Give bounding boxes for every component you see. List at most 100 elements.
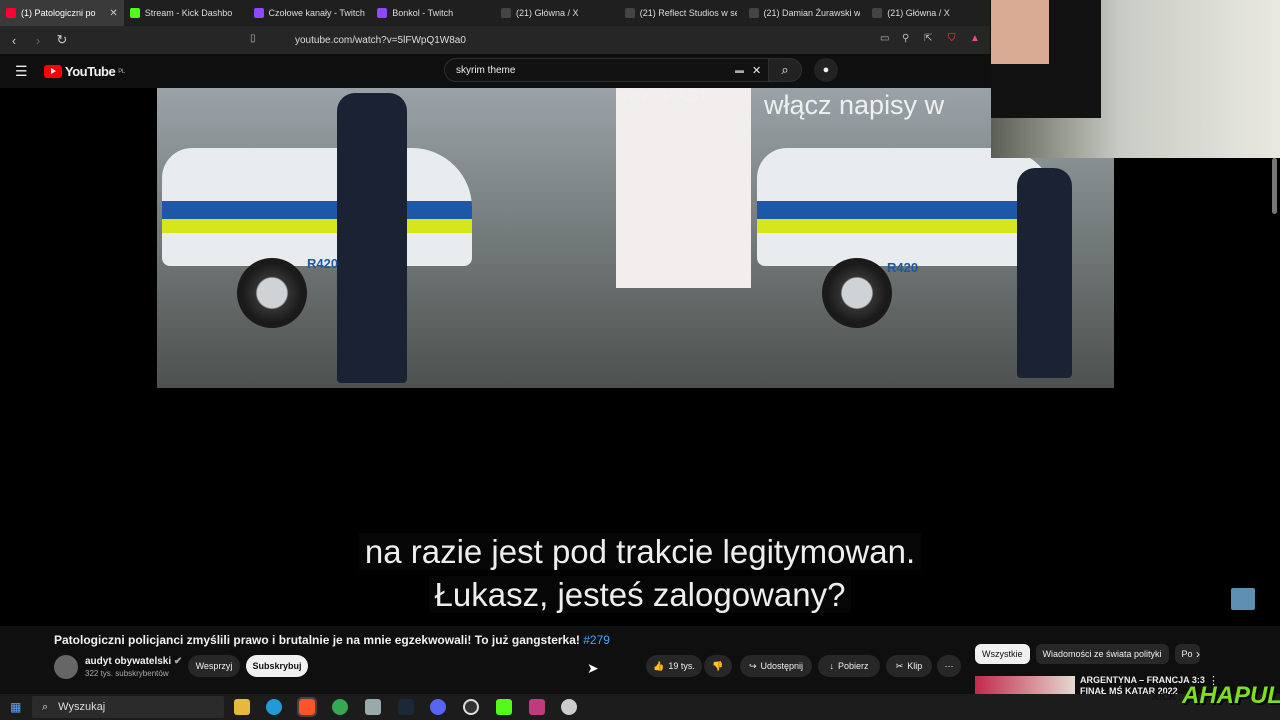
- clear-search-icon[interactable]: ✕: [752, 64, 761, 77]
- search-icon: ⌕: [42, 700, 49, 713]
- page-scrollbar[interactable]: [1272, 158, 1277, 214]
- tab-favicon-icon: [748, 8, 759, 18]
- steam-icon[interactable]: [398, 699, 414, 715]
- recommendation-chips: Wszystkie Wiadomości ze świata polityki Po: [975, 644, 1200, 664]
- police-officer: [1017, 168, 1072, 378]
- clip-button[interactable]: ✂ Klip: [886, 655, 932, 677]
- tab-title: Bonkol - Twitch: [392, 8, 454, 18]
- like-count: 19 tys.: [668, 661, 695, 671]
- chrome-icon[interactable]: [332, 699, 348, 715]
- browser-tab[interactable]: Bonkol - Twitch: [371, 0, 495, 26]
- filter-chip[interactable]: Wszystkie: [975, 644, 1030, 664]
- reload-icon[interactable]: ↻: [52, 32, 72, 48]
- car-label: R420: [307, 256, 339, 271]
- share-button[interactable]: ↪ Udostępnij: [740, 655, 812, 677]
- verified-icon: ✔: [173, 656, 183, 667]
- microphone-icon: ●: [822, 64, 830, 76]
- browser-tab[interactable]: Stream - Kick Dashbo: [124, 0, 248, 26]
- edge-icon[interactable]: [266, 699, 282, 715]
- tab-title: (21) Damian Żurawski w s: [763, 8, 861, 18]
- channel-watermark-icon[interactable]: [1231, 588, 1255, 610]
- browser-tab[interactable]: (21) Damian Żurawski w s: [743, 0, 867, 26]
- police-car-right: [757, 148, 1057, 266]
- browser-tab[interactable]: (21) Główna / X: [495, 0, 619, 26]
- url-text: youtube.com/watch?v=5lFWpQ1W8a0: [295, 34, 466, 46]
- search-query: skyrim theme: [456, 64, 516, 76]
- obs-icon[interactable]: [463, 699, 479, 715]
- rewards-icon[interactable]: ▲: [970, 33, 980, 44]
- subscribe-button[interactable]: Subskrybuj: [246, 655, 308, 677]
- car-label: R420: [887, 260, 919, 275]
- filter-chip[interactable]: Wiadomości ze świata polityki: [1035, 644, 1169, 664]
- search-input[interactable]: skyrim theme ▬ ✕: [444, 58, 770, 82]
- channel-avatar[interactable]: [54, 655, 78, 679]
- subscriber-count: 322 tys. subskrybentów: [85, 669, 169, 678]
- clip-label: Klip: [907, 661, 923, 671]
- download-button[interactable]: ↓ Pobierz: [818, 655, 880, 677]
- browser-tab[interactable]: Czołowe kanały - Twitch: [248, 0, 372, 26]
- channel-name-text: audyt obywatelski: [85, 656, 172, 667]
- taskbar-search-placeholder: Wyszukaj: [58, 701, 106, 713]
- voice-search-button[interactable]: ●: [814, 58, 838, 82]
- tab-title: (21) Reflect Studios w serw: [639, 8, 737, 18]
- brave-shield-icon[interactable]: ⛉: [948, 33, 956, 44]
- tab-close-icon[interactable]: ✕: [109, 8, 117, 19]
- taskbar-search-input[interactable]: ⌕ Wyszukaj: [32, 696, 224, 718]
- channel-name[interactable]: audyt obywatelski ✔: [85, 656, 182, 667]
- car-wheel: [822, 258, 892, 328]
- keyboard-icon[interactable]: ▬: [735, 65, 744, 75]
- cast-icon[interactable]: ▭: [880, 33, 889, 44]
- search-button[interactable]: ⌕: [768, 58, 802, 82]
- support-label: Wesprzyj: [195, 661, 233, 671]
- browser-tab[interactable]: (21) Główna / X: [866, 0, 990, 26]
- dislike-button[interactable]: 👎: [704, 655, 732, 677]
- like-button[interactable]: 👍 19 tys.: [646, 655, 702, 677]
- more-icon: ⋯: [944, 660, 954, 671]
- caption-line-2: Łukasz, jesteś zalogowany?: [428, 576, 852, 613]
- download-label: Pobierz: [837, 661, 869, 671]
- zoom-icon[interactable]: ⚲: [902, 33, 909, 44]
- tab-favicon-icon: [872, 8, 883, 18]
- kick-label: KICK: [1152, 692, 1177, 703]
- tab-favicon-icon: [6, 8, 16, 18]
- more-actions-button[interactable]: ⋯: [937, 655, 961, 677]
- app-icon[interactable]: [529, 699, 545, 715]
- support-button[interactable]: Wesprzyj: [188, 655, 240, 677]
- tab-favicon-icon: [253, 8, 264, 18]
- tab-favicon-icon: [129, 8, 140, 18]
- mouse-cursor-icon: ➤: [587, 660, 599, 676]
- video-hashtag[interactable]: #279: [583, 633, 610, 647]
- share-label: Udostępnij: [760, 661, 804, 671]
- tab-title: (21) Główna / X: [887, 8, 950, 18]
- youtube-logo[interactable]: YouTube PL: [44, 64, 125, 79]
- tab-strip: (1) Patologiczni po ✕ Stream - Kick Dashbo…: [0, 0, 990, 26]
- share-page-icon[interactable]: ⇱: [924, 33, 932, 44]
- kick-app-icon[interactable]: [496, 699, 512, 715]
- tab-title: Stream - Kick Dashbo: [144, 8, 233, 18]
- share-icon: ↪: [748, 660, 757, 671]
- app-icon[interactable]: [365, 699, 381, 715]
- forward-icon[interactable]: ›: [28, 33, 48, 48]
- region-label: PL: [118, 68, 125, 75]
- download-icon: ↓: [829, 661, 834, 671]
- back-icon[interactable]: ‹: [4, 33, 24, 48]
- windows-start-icon[interactable]: ▦: [10, 700, 21, 714]
- discord-icon[interactable]: [430, 699, 446, 715]
- video-title: Patologiczni policjanci zmyślili prawo i…: [54, 633, 610, 647]
- file-explorer-icon[interactable]: [234, 699, 250, 715]
- youtube-play-icon: [44, 65, 62, 78]
- brave-icon[interactable]: [297, 697, 317, 717]
- banner-sign: [616, 88, 751, 288]
- tab-title: (21) Główna / X: [516, 8, 579, 18]
- caption-line-1: na razie jest pod trakcie legitymowan.: [358, 533, 922, 570]
- menu-icon[interactable]: ☰: [15, 63, 28, 80]
- app-icon[interactable]: [561, 699, 577, 715]
- browser-tab[interactable]: (1) Patologiczni po ✕: [0, 0, 124, 26]
- recommended-thumbnail[interactable]: [975, 676, 1075, 696]
- thumbs-up-icon: 👍: [653, 660, 665, 671]
- streamer-head: [991, 0, 1049, 64]
- bookmark-icon[interactable]: ▯: [250, 33, 256, 44]
- browser-tab[interactable]: (21) Reflect Studios w serw: [619, 0, 743, 26]
- stream-watermark: AHAPULCO: [1182, 682, 1280, 709]
- chips-next-icon[interactable]: ›: [1196, 647, 1200, 661]
